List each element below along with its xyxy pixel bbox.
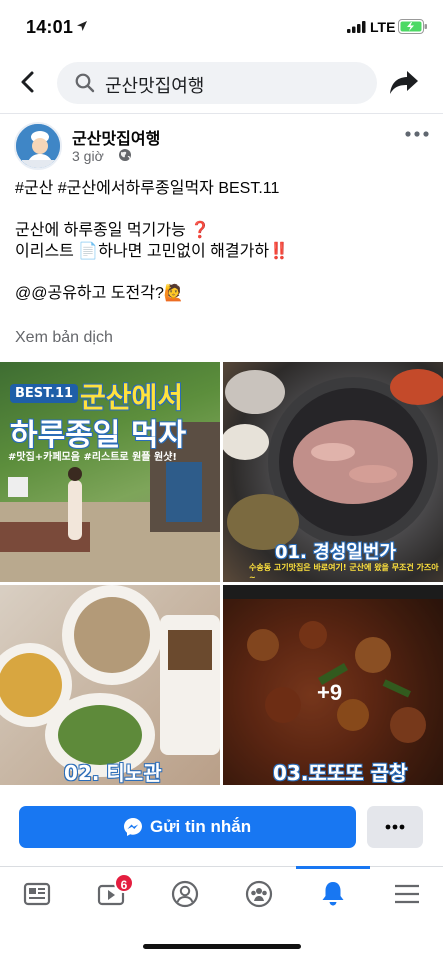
avatar[interactable] xyxy=(14,122,62,170)
tab-groups[interactable] xyxy=(222,867,296,927)
photo-subcaption: 수송동 고기맛집은 바로여기! 군산에 왔을 무조건 가즈아~ xyxy=(249,563,439,582)
post-photo-1[interactable]: BEST.11 군산에서 하루종일 먹자 #맛집+카페모음 #리스트로 원플 원… xyxy=(0,362,220,582)
more-photos-count: +9 xyxy=(317,680,343,705)
post-time[interactable]: 3 giờ xyxy=(72,148,104,164)
post-photo-2[interactable]: 01. 경성일번가 수송동 고기맛집은 바로여기! 군산에 왔을 무조건 가즈아… xyxy=(223,362,443,582)
photo-caption: 02. 티노관 xyxy=(64,761,162,785)
see-translation-link[interactable]: Xem bản dịch xyxy=(15,329,113,347)
news-feed-icon xyxy=(23,882,51,906)
photo-caption: 01. 경성일번가 xyxy=(275,542,396,563)
post-line: @@공유하고 도전각?🙋 xyxy=(15,285,184,302)
groups-icon xyxy=(245,880,273,908)
tab-menu[interactable] xyxy=(370,867,443,927)
tab-watch[interactable]: 6 xyxy=(74,867,148,927)
search-header: 군산맛집여행 xyxy=(0,52,443,114)
network-label: LTE xyxy=(370,19,396,35)
send-message-button[interactable]: Gửi tin nhắn xyxy=(19,806,356,848)
photo-caption: 03.또또또 곱창 xyxy=(273,761,408,785)
more-options-icon[interactable] xyxy=(404,130,430,138)
back-arrow-icon[interactable] xyxy=(17,69,39,95)
post-photo-4[interactable]: +9 03.또또또 곱창 xyxy=(223,585,443,785)
more-dots-icon xyxy=(385,824,405,830)
noodle-dishes-illustration xyxy=(0,585,220,777)
tab-notifications[interactable] xyxy=(296,866,370,927)
send-message-label: Gửi tin nhắn xyxy=(150,817,252,836)
post-hashtags[interactable]: #군산 #군산에서하루종일먹자 BEST.11 xyxy=(15,178,435,199)
tab-profile[interactable] xyxy=(148,867,222,927)
tab-news-feed[interactable] xyxy=(0,867,74,927)
author-name[interactable]: 군산맛집여행 xyxy=(72,125,160,149)
menu-icon xyxy=(395,884,419,904)
photo-subtitle: #맛집+카페모음 #리스트로 원플 원샷! xyxy=(8,452,177,463)
location-arrow-icon xyxy=(77,21,87,31)
status-time: 14:01 xyxy=(26,17,74,37)
post-photo-3[interactable]: 02. 티노관 xyxy=(0,585,220,785)
bottom-tab-bar: 6 xyxy=(0,866,443,926)
post-body: #군산 #군산에서하루종일먹자 BEST.11 군산에 하루종일 먹기가능 ❓ … xyxy=(15,178,435,304)
post-line: 이리스트 📄하나면 고민없이 해결가하‼️ xyxy=(15,243,289,260)
globe-icon xyxy=(119,149,131,161)
home-indicator[interactable] xyxy=(143,944,301,949)
bell-icon xyxy=(322,882,344,906)
search-input[interactable]: 군산맛집여행 xyxy=(57,62,377,104)
signal-icon xyxy=(347,21,366,33)
photo-badge: BEST.11 xyxy=(10,384,79,403)
chef-avatar-icon xyxy=(16,124,60,168)
post-line: 군산에 하루종일 먹기가능 ❓ xyxy=(15,222,211,239)
search-query: 군산맛집여행 xyxy=(105,76,205,96)
watch-badge: 6 xyxy=(114,873,134,893)
profile-icon xyxy=(171,880,199,908)
messenger-icon xyxy=(124,818,142,836)
status-bar: 14:01 LTE xyxy=(0,0,443,52)
share-icon[interactable] xyxy=(389,68,419,96)
search-icon xyxy=(75,73,95,93)
more-options-button[interactable] xyxy=(367,806,423,848)
battery-icon xyxy=(398,19,427,34)
